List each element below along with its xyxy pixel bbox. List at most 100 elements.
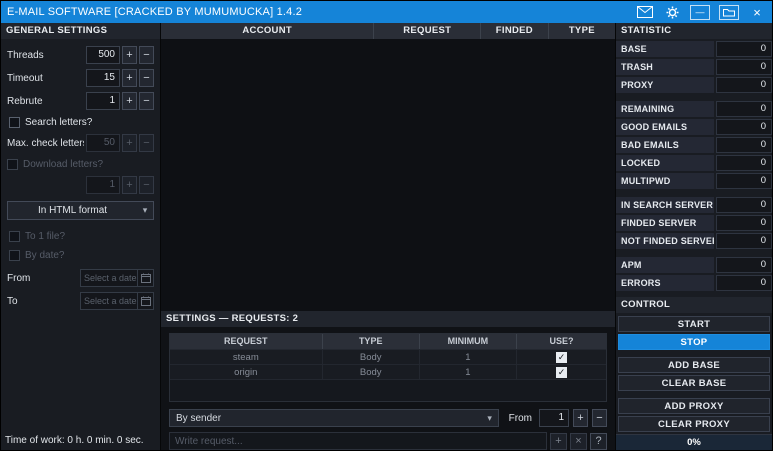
request-input[interactable] bbox=[169, 432, 547, 450]
chevron-down-icon: ▾ bbox=[482, 413, 498, 424]
threads-increment-button[interactable]: + bbox=[122, 46, 137, 64]
control-header: CONTROL bbox=[616, 297, 772, 313]
stat-row-trash: TRASH 0 bbox=[616, 59, 772, 75]
timeout-input[interactable]: 15 bbox=[86, 69, 120, 87]
add-base-button[interactable]: ADD BASE bbox=[618, 357, 770, 373]
threads-input[interactable]: 500 bbox=[86, 46, 120, 64]
statistic-panel: STATISTIC BASE 0 TRASH 0 PROXY 0 REMAINI… bbox=[615, 23, 772, 450]
window-title: E-MAIL SOFTWARE [CRACKED BY MUMUMUCKA] 1… bbox=[7, 6, 302, 18]
requests-col-type: TYPE bbox=[323, 334, 420, 349]
from-date-picker[interactable]: Select a date bbox=[80, 269, 154, 287]
titlebar: E-MAIL SOFTWARE [CRACKED BY MUMUMUCKA] 1… bbox=[1, 1, 772, 23]
control-buttons: START STOP ADD BASE CLEAR BASE ADD PROXY… bbox=[616, 313, 772, 432]
rebrute-input[interactable]: 1 bbox=[86, 92, 120, 110]
calendar-icon[interactable] bbox=[137, 270, 153, 286]
clear-base-button[interactable]: CLEAR BASE bbox=[618, 375, 770, 391]
requests-col-request: REQUEST bbox=[170, 334, 323, 349]
stat-row-remaining: REMAINING 0 bbox=[616, 101, 772, 117]
stat-row-not-finded-server: NOT FINDED SERVER 0 bbox=[616, 233, 772, 249]
download-count-decrement-button[interactable]: − bbox=[139, 176, 154, 194]
sender-filter-row: By sender ▾ From 1 + − bbox=[169, 409, 607, 427]
stat-row-errors: ERRORS 0 bbox=[616, 275, 772, 291]
clear-proxy-button[interactable]: CLEAR PROXY bbox=[618, 416, 770, 432]
by-date-label: By date? bbox=[25, 250, 64, 261]
remove-request-button[interactable]: × bbox=[570, 433, 587, 450]
stop-button[interactable]: STOP bbox=[618, 334, 770, 350]
download-count-input[interactable]: 1 bbox=[86, 176, 120, 194]
app-window: E-MAIL SOFTWARE [CRACKED BY MUMUMUCKA] 1… bbox=[0, 0, 773, 451]
table-row[interactable]: steam Body 1 ✓ bbox=[170, 349, 606, 364]
max-check-letters-input[interactable]: 50 bbox=[86, 134, 120, 152]
chevron-down-icon: ▾ bbox=[137, 205, 153, 216]
accounts-col-type: TYPE bbox=[549, 23, 615, 39]
request-type: Body bbox=[323, 350, 420, 365]
use-checkbox[interactable]: ✓ bbox=[556, 367, 567, 378]
rebrute-row: Rebrute 1 + − bbox=[7, 92, 154, 110]
stat-row-in-search-server: IN SEARCH SERVER 0 bbox=[616, 197, 772, 213]
download-letters-checkbox[interactable] bbox=[7, 159, 18, 170]
download-letters-row: Download letters? bbox=[7, 157, 154, 171]
request-minimum: 1 bbox=[420, 350, 517, 365]
use-checkbox[interactable]: ✓ bbox=[556, 352, 567, 363]
sender-filter-select[interactable]: By sender ▾ bbox=[169, 409, 499, 427]
max-check-decrement-button[interactable]: − bbox=[139, 134, 154, 152]
general-settings-panel: GENERAL SETTINGS Threads 500 + − Timeout… bbox=[1, 23, 161, 450]
search-letters-checkbox[interactable] bbox=[9, 117, 20, 128]
requests-table-header: REQUEST TYPE MINIMUM USE? bbox=[170, 334, 606, 349]
to-one-file-row: To 1 file? bbox=[9, 229, 154, 243]
requests-col-minimum: MINIMUM bbox=[420, 334, 517, 349]
close-button[interactable]: × bbox=[748, 5, 766, 20]
download-count-row: 1 + − bbox=[7, 176, 154, 194]
stat-row-apm: APM 0 bbox=[616, 257, 772, 273]
timeout-label: Timeout bbox=[7, 73, 84, 84]
requests-col-use: USE? bbox=[517, 334, 606, 349]
to-date-picker[interactable]: Select a date bbox=[80, 292, 154, 310]
from-count-decrement-button[interactable]: − bbox=[592, 409, 607, 427]
progress-bar: 0% bbox=[616, 434, 772, 450]
add-request-button[interactable]: + bbox=[550, 433, 567, 450]
format-select[interactable]: In HTML format ▾ bbox=[7, 201, 154, 220]
send-mail-icon[interactable] bbox=[636, 4, 654, 20]
accounts-table-body[interactable] bbox=[161, 39, 615, 311]
request-input-row: + × ? bbox=[169, 432, 607, 450]
requests-table-empty-area bbox=[170, 379, 606, 401]
search-letters-row: Search letters? bbox=[9, 115, 154, 129]
timeout-increment-button[interactable]: + bbox=[122, 69, 137, 87]
help-button[interactable]: ? bbox=[590, 433, 607, 450]
calendar-icon[interactable] bbox=[137, 293, 153, 309]
by-date-row: By date? bbox=[9, 248, 154, 262]
threads-decrement-button[interactable]: − bbox=[139, 46, 154, 64]
by-date-checkbox[interactable] bbox=[9, 250, 20, 261]
from-count-input[interactable]: 1 bbox=[539, 409, 569, 427]
settings-gear-icon[interactable] bbox=[663, 4, 681, 20]
center-panel: ACCOUNT REQUEST FINDED TYPE SETTINGS — R… bbox=[161, 23, 615, 450]
to-one-file-checkbox[interactable] bbox=[9, 231, 20, 242]
from-count-label: From bbox=[509, 413, 532, 424]
threads-row: Threads 500 + − bbox=[7, 46, 154, 64]
download-letters-label: Download letters? bbox=[23, 159, 103, 170]
accounts-col-request: REQUEST bbox=[374, 23, 481, 39]
time-of-work: Time of work: 0 h. 0 min. 0 sec. bbox=[5, 435, 154, 446]
table-row[interactable]: origin Body 1 ✓ bbox=[170, 364, 606, 379]
stat-row-bad-emails: BAD EMAILS 0 bbox=[616, 137, 772, 153]
general-settings-header: GENERAL SETTINGS bbox=[1, 23, 160, 39]
requests-settings-header: SETTINGS — REQUESTS: 2 bbox=[161, 311, 615, 327]
max-check-increment-button[interactable]: + bbox=[122, 134, 137, 152]
request-name: steam bbox=[170, 350, 323, 365]
request-type: Body bbox=[323, 365, 420, 380]
request-name: origin bbox=[170, 365, 323, 380]
date-to-label: To bbox=[7, 296, 78, 307]
search-letters-label: Search letters? bbox=[25, 117, 92, 128]
minimize-button[interactable]: — bbox=[690, 5, 710, 20]
start-button[interactable]: START bbox=[618, 316, 770, 332]
folder-button[interactable] bbox=[719, 5, 739, 20]
accounts-col-account: ACCOUNT bbox=[161, 23, 374, 39]
timeout-decrement-button[interactable]: − bbox=[139, 69, 154, 87]
from-count-increment-button[interactable]: + bbox=[573, 409, 588, 427]
date-to-row: To Select a date bbox=[7, 292, 154, 310]
rebrute-decrement-button[interactable]: − bbox=[139, 92, 154, 110]
rebrute-increment-button[interactable]: + bbox=[122, 92, 137, 110]
download-count-increment-button[interactable]: + bbox=[122, 176, 137, 194]
add-proxy-button[interactable]: ADD PROXY bbox=[618, 398, 770, 414]
date-from-label: From bbox=[7, 273, 78, 284]
